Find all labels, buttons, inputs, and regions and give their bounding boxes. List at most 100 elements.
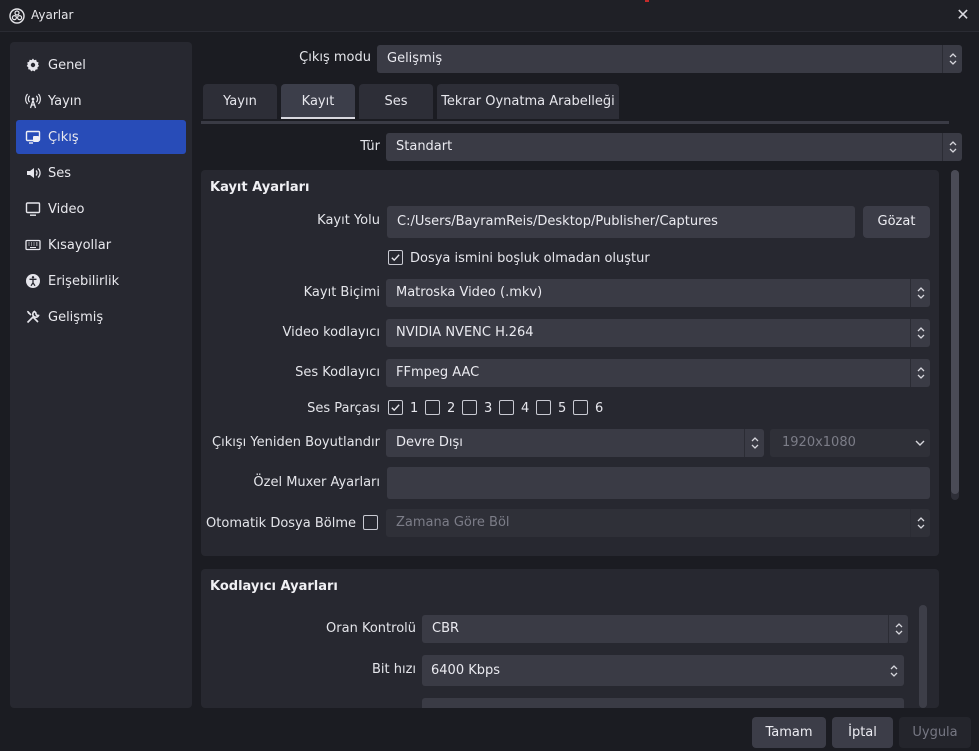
track-6-checkbox[interactable] <box>573 400 588 415</box>
sidebar-item-audio[interactable]: Ses <box>16 156 186 190</box>
video-encoder-select[interactable]: NVIDIA NVENC H.264 <box>386 319 930 347</box>
sidebar-item-video[interactable]: Video <box>16 192 186 226</box>
sidebar-item-stream[interactable]: Yayın <box>16 84 186 118</box>
track-2-checkbox[interactable] <box>425 400 440 415</box>
monitor-icon <box>25 201 41 217</box>
custom-muxer-input[interactable] <box>387 467 930 499</box>
updown-arrows-icon <box>942 133 962 161</box>
apply-button[interactable]: Uygula <box>899 717 971 748</box>
updown-arrows-icon <box>910 279 930 307</box>
window-title: Ayarlar <box>31 8 74 22</box>
sidebar-item-output[interactable]: Çıkış <box>16 120 186 154</box>
bitrate-label: Bit hızı <box>371 662 416 677</box>
scrollbar-thumb[interactable] <box>919 605 927 708</box>
broadcast-icon <box>25 93 41 109</box>
checkmark-icon <box>391 404 400 412</box>
close-icon[interactable]: ✕ <box>953 5 973 25</box>
gear-icon <box>25 57 41 73</box>
cancel-button[interactable]: İptal <box>832 717 893 748</box>
rate-control-value: CBR <box>432 621 460 636</box>
rescale-output-value: Devre Dışı <box>396 435 463 450</box>
output-mode-value: Gelişmiş <box>387 51 443 66</box>
track-6-label: 6 <box>595 401 604 416</box>
rate-control-select[interactable]: CBR <box>422 615 908 643</box>
no-space-label: Dosya ismini boşluk olmadan oluştur <box>410 251 650 266</box>
track-2-label: 2 <box>447 401 456 416</box>
scrollbar-thumb[interactable] <box>951 170 959 494</box>
updown-arrows-icon <box>910 509 930 537</box>
sidebar-item-label: Erişebilirlik <box>48 273 120 289</box>
recording-format-select[interactable]: Matroska Video (.mkv) <box>386 279 930 307</box>
track-1-label: 1 <box>410 401 419 416</box>
output-mode-select[interactable]: Gelişmiş <box>377 45 962 73</box>
auto-split-checkbox[interactable] <box>363 515 378 530</box>
output-mode-label: Çıkış modu <box>299 50 371 65</box>
type-value: Standart <box>396 139 453 154</box>
recording-format-label: Kayıt Biçimi <box>303 285 380 300</box>
sidebar-item-advanced[interactable]: Gelişmiş <box>16 300 186 334</box>
obs-logo-icon <box>9 8 25 24</box>
custom-muxer-label: Özel Muxer Ayarları <box>253 475 380 490</box>
auto-split-value: Zamana Göre Böl <box>396 515 510 530</box>
track-5-label: 5 <box>558 401 567 416</box>
sidebar-item-general[interactable]: Genel <box>16 48 186 82</box>
spin-arrows-icon[interactable] <box>884 655 904 686</box>
rescale-output-label: Çıkışı Yeniden Boyutlandır <box>212 435 380 450</box>
rescale-output-select[interactable]: Devre Dışı <box>386 429 764 457</box>
type-select[interactable]: Standart <box>386 133 962 161</box>
sidebar-item-label: Ses <box>48 165 72 181</box>
auto-split-label: Otomatik Dosya Bölme <box>206 516 356 531</box>
ok-button[interactable]: Tamam <box>752 717 826 748</box>
sidebar-item-label: Genel <box>48 57 86 73</box>
output-icon <box>25 129 41 145</box>
updown-arrows-icon <box>888 615 908 643</box>
browse-button[interactable]: Gözat <box>863 206 930 238</box>
checkmark-icon <box>391 254 400 262</box>
no-space-checkbox[interactable] <box>388 250 403 265</box>
tab-replay-buffer[interactable]: Tekrar Oynatma Arabelleği <box>437 84 619 119</box>
encoder-settings-title: Kodlayıcı Ayarları <box>210 579 338 594</box>
bitrate-spinbox[interactable]: 6400 Kbps <box>422 655 904 686</box>
tools-icon <box>25 309 41 325</box>
keyboard-icon <box>25 237 41 253</box>
settings-scrollbar[interactable] <box>951 170 959 500</box>
recording-settings-title: Kayıt Ayarları <box>210 180 310 195</box>
track-1-checkbox[interactable] <box>388 400 403 415</box>
updown-arrows-icon <box>910 359 930 387</box>
type-label: Tür <box>360 139 380 154</box>
video-encoder-value: NVIDIA NVENC H.264 <box>396 325 534 340</box>
audio-encoder-select[interactable]: FFmpeg AAC <box>386 359 930 387</box>
recording-format-value: Matroska Video (.mkv) <box>396 285 543 300</box>
speaker-icon <box>25 165 41 181</box>
recording-path-label: Kayıt Yolu <box>317 213 380 228</box>
tab-audio[interactable]: Ses <box>359 84 433 119</box>
recording-path-input[interactable]: C:/Users/BayramReis/Desktop/Publisher/Ca… <box>387 206 855 238</box>
chevron-down-icon <box>910 429 930 457</box>
tab-stream[interactable]: Yayın <box>203 84 277 119</box>
auto-split-select[interactable]: Zamana Göre Böl <box>386 509 930 537</box>
track-5-checkbox[interactable] <box>536 400 551 415</box>
sidebar-item-label: Gelişmiş <box>48 309 104 325</box>
encoder-scrollbar[interactable] <box>919 605 927 708</box>
updown-arrows-icon <box>942 45 962 73</box>
accessibility-icon <box>25 273 41 289</box>
audio-tracks-label: Ses Parçası <box>307 401 380 416</box>
title-bar: Ayarlar ✕ <box>0 0 979 32</box>
rescale-resolution-value: 1920x1080 <box>782 435 856 450</box>
rescale-resolution-select[interactable]: 1920x1080 <box>770 429 930 457</box>
updown-arrows-icon <box>910 319 930 347</box>
sidebar-item-accessibility[interactable]: Erişebilirlik <box>16 264 186 298</box>
sidebar-item-hotkeys[interactable]: Kısayollar <box>16 228 186 262</box>
tab-recording[interactable]: Kayıt <box>281 84 355 119</box>
sidebar-item-label: Çıkış <box>48 129 79 145</box>
updown-arrows-icon <box>744 429 764 457</box>
audio-encoder-value: FFmpeg AAC <box>396 365 480 380</box>
track-3-label: 3 <box>484 401 493 416</box>
sidebar-item-label: Kısayollar <box>48 237 112 253</box>
audio-encoder-label: Ses Kodlayıcı <box>295 365 380 380</box>
sidebar-item-label: Yayın <box>48 93 82 109</box>
rate-control-label: Oran Kontrolü <box>326 621 416 636</box>
track-3-checkbox[interactable] <box>462 400 477 415</box>
tab-divider <box>201 121 949 124</box>
track-4-checkbox[interactable] <box>499 400 514 415</box>
